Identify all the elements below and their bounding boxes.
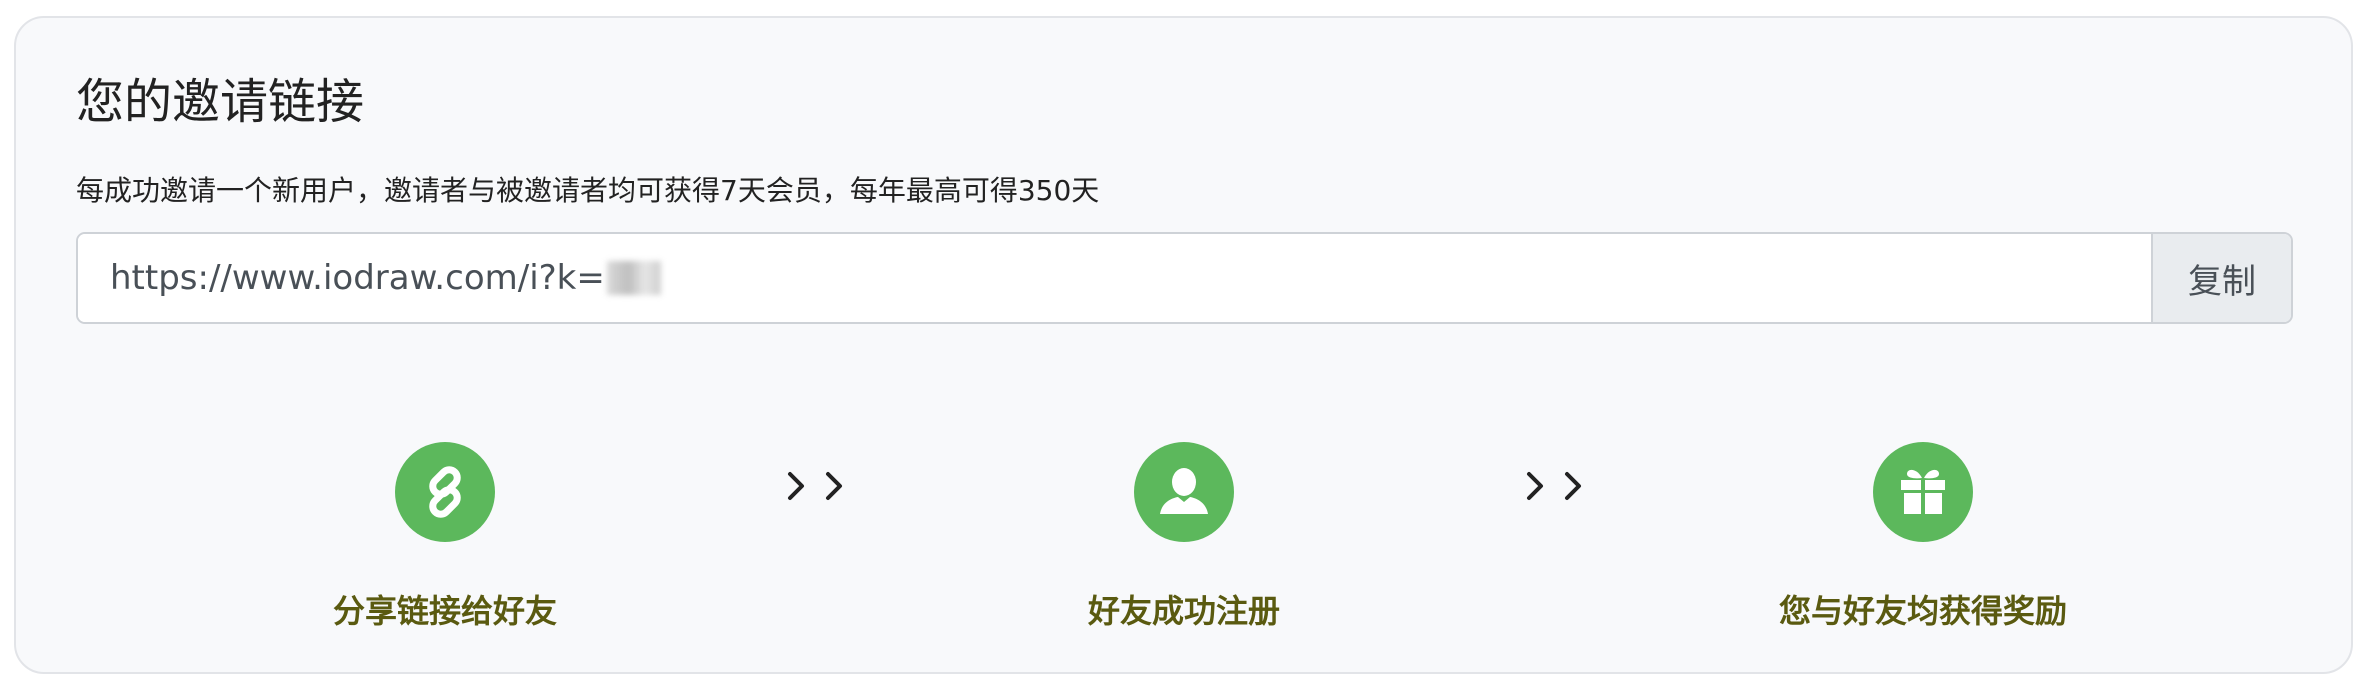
chevron-right-icon	[1527, 472, 1543, 500]
invite-link-field[interactable]: https://www.iodraw.com/i?k=	[78, 234, 2151, 322]
step-label-reward: 您与好友均获得奖励	[1778, 592, 2067, 630]
step-arrows-1	[786, 470, 844, 502]
redacted-code	[606, 261, 661, 295]
invite-link-group: https://www.iodraw.com/i?k= 复制	[76, 232, 2293, 324]
chevron-right-icon	[826, 472, 842, 500]
step-label-register: 好友成功注册	[1087, 592, 1280, 630]
step-share-link: 分享链接给好友	[245, 442, 645, 632]
step-friend-register: 好友成功注册	[984, 442, 1384, 632]
step-label-share: 分享链接给好友	[332, 592, 557, 630]
copy-button[interactable]: 复制	[2151, 234, 2291, 322]
user-icon	[1134, 442, 1234, 542]
chevron-right-icon	[1565, 472, 1581, 500]
chevron-right-icon	[788, 472, 804, 500]
step-arrows-2	[1525, 470, 1583, 502]
invite-link-text: https://www.iodraw.com/i?k=	[110, 258, 605, 298]
invite-card: 您的邀请链接 每成功邀请一个新用户，邀请者与被邀请者均可获得7天会员，每年最高可…	[14, 16, 2353, 674]
page-title: 您的邀请链接	[76, 74, 365, 130]
link-icon	[395, 442, 495, 542]
step-both-rewarded: 您与好友均获得奖励	[1723, 442, 2123, 632]
invite-description: 每成功邀请一个新用户，邀请者与被邀请者均可获得7天会员，每年最高可得350天	[76, 174, 1100, 207]
gift-icon	[1873, 442, 1973, 542]
